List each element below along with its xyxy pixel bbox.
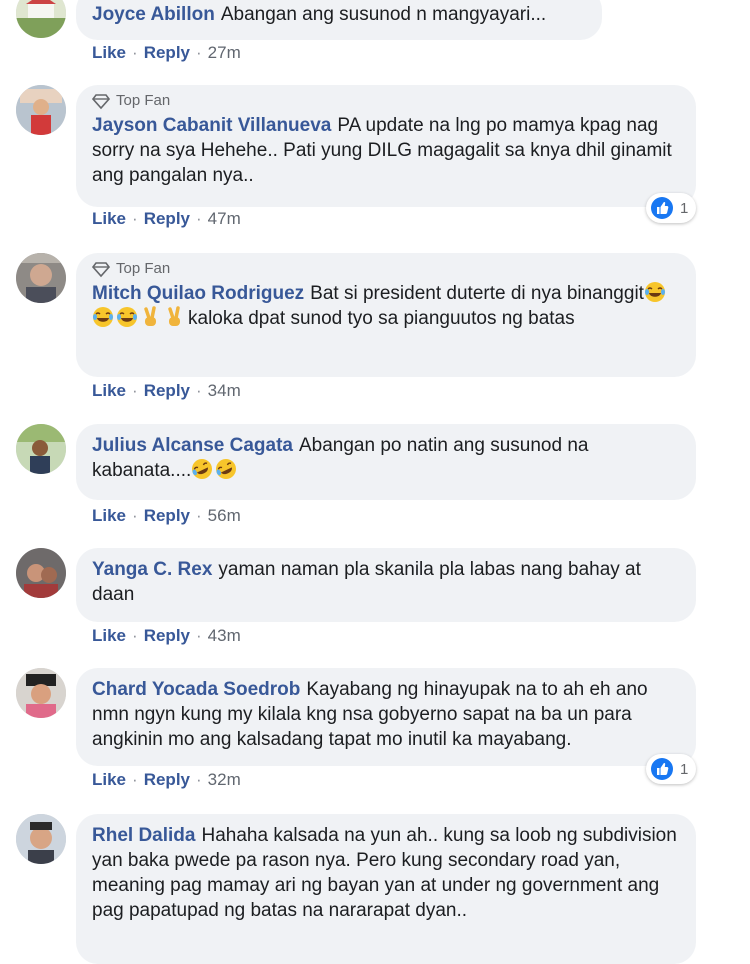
comment-author[interactable]: Rhel Dalida [92, 825, 195, 846]
timestamp[interactable]: 34m [208, 381, 241, 401]
separator: · [132, 506, 138, 525]
avatar[interactable] [16, 253, 66, 303]
separator: · [196, 770, 202, 789]
reaction-summary[interactable]: 1 [646, 193, 697, 223]
like-link[interactable]: Like [92, 506, 126, 526]
laugh-cry-emoji-icon [117, 307, 137, 327]
comment-author[interactable]: Joyce Abillon [92, 4, 215, 25]
comment-bubble: Rhel Dalida Hahaha kalsada na yun ah.. ku… [76, 814, 696, 964]
reply-link[interactable]: Reply [144, 626, 190, 646]
avatar[interactable] [16, 668, 66, 718]
comment-bubble: Yanga C. Rex yaman naman pla skanila pla … [76, 548, 696, 622]
reply-link[interactable]: Reply [144, 43, 190, 63]
separator: · [196, 209, 202, 228]
reaction-summary[interactable]: 1 [646, 754, 697, 784]
avatar[interactable] [16, 85, 66, 135]
comment-bubble: Julius Alcanse Cagata Abangan po natin an… [76, 424, 696, 500]
like-link[interactable]: Like [92, 770, 126, 790]
comment-bubble: Top Fan Jayson Cabanit Villanueva PA upda… [76, 85, 696, 207]
top-fan-badge: Top Fan [92, 92, 680, 110]
laugh-cry-emoji-icon [93, 307, 113, 327]
separator: · [132, 43, 138, 62]
victory-hand-emoji-icon [168, 306, 180, 326]
separator: · [196, 43, 202, 62]
comment-text: Abangan ang susunod n mangyayari... [220, 4, 547, 25]
badge-label: Top Fan [116, 260, 171, 277]
comment-actions: Like · Reply · 56m [92, 506, 241, 526]
comment-author[interactable]: Yanga C. Rex [92, 559, 212, 580]
badge-label: Top Fan [116, 92, 171, 109]
timestamp[interactable]: 56m [208, 506, 241, 526]
reaction-count: 1 [680, 760, 689, 778]
comment-bubble: Chard Yocada Soedrob Kayabang ng hinayupa… [76, 668, 696, 766]
timestamp[interactable]: 43m [208, 626, 241, 646]
avatar[interactable] [16, 424, 66, 474]
avatar[interactable] [16, 548, 66, 598]
rofl-emoji-icon [192, 459, 213, 479]
comment-text: kaloka dpat sunod tyo sa pianguutos ng b… [188, 308, 575, 329]
separator: · [132, 381, 138, 400]
reply-link[interactable]: Reply [144, 506, 190, 526]
comment-actions: Like · Reply · 27m [92, 43, 241, 63]
separator: · [132, 209, 138, 228]
timestamp[interactable]: 32m [208, 770, 241, 790]
comment-actions: Like · Reply · 32m [92, 770, 241, 790]
comment-actions: Like · Reply · 47m [92, 209, 241, 229]
like-link[interactable]: Like [92, 209, 126, 229]
diamond-icon [92, 94, 110, 110]
like-link[interactable]: Like [92, 381, 126, 401]
comments-feed: Joyce Abillon Abangan ang susunod n mangy… [0, 0, 750, 964]
avatar[interactable] [16, 0, 66, 38]
separator: · [196, 381, 202, 400]
comment-actions: Like · Reply · 34m [92, 381, 241, 401]
comment-author[interactable]: Julius Alcanse Cagata [92, 435, 293, 456]
like-reaction-icon [651, 758, 673, 780]
separator: · [132, 626, 138, 645]
reaction-count: 1 [680, 199, 689, 217]
like-reaction-icon [651, 197, 673, 219]
comment-actions: Like · Reply · 43m [92, 626, 241, 646]
rofl-emoji-icon [216, 459, 237, 479]
comment-text: Bat si president duterte di nya binanggi… [310, 283, 644, 304]
comment-author[interactable]: Jayson Cabanit Villanueva [92, 115, 331, 136]
like-link[interactable]: Like [92, 626, 126, 646]
laugh-cry-emoji-icon [644, 282, 665, 302]
separator: · [196, 506, 202, 525]
victory-hand-emoji-icon [144, 306, 156, 326]
reply-link[interactable]: Reply [144, 209, 190, 229]
avatar[interactable] [16, 814, 66, 864]
top-fan-badge: Top Fan [92, 260, 680, 278]
separator: · [132, 770, 138, 789]
timestamp[interactable]: 47m [208, 209, 241, 229]
timestamp[interactable]: 27m [208, 43, 241, 63]
reply-link[interactable]: Reply [144, 770, 190, 790]
comment-bubble: Joyce Abillon Abangan ang susunod n mangy… [76, 0, 602, 40]
comment-author[interactable]: Chard Yocada Soedrob [92, 679, 300, 700]
comment-bubble: Top Fan Mitch Quilao Rodriguez Bat si pre… [76, 253, 696, 377]
separator: · [196, 626, 202, 645]
like-link[interactable]: Like [92, 43, 126, 63]
comment-author[interactable]: Mitch Quilao Rodriguez [92, 283, 304, 304]
diamond-icon [92, 262, 110, 278]
reply-link[interactable]: Reply [144, 381, 190, 401]
